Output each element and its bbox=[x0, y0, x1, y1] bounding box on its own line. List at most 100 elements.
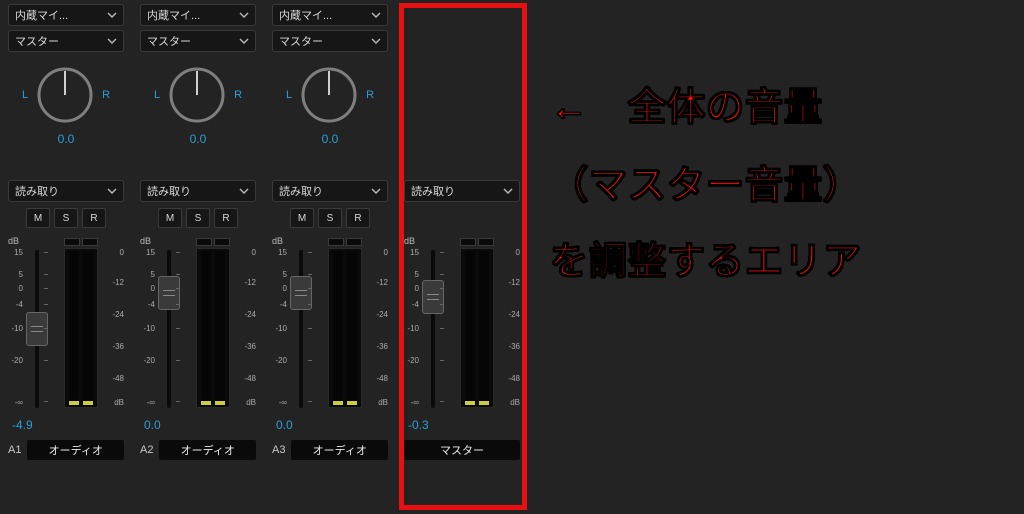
db-label: dB bbox=[140, 236, 151, 246]
solo-button[interactable]: S bbox=[318, 208, 342, 228]
chevron-down-icon bbox=[239, 10, 249, 20]
input-label: 内蔵マイ... bbox=[15, 7, 68, 23]
pan-value[interactable]: 0.0 bbox=[58, 132, 75, 146]
channel-footer: マスター bbox=[404, 440, 520, 460]
record-button[interactable]: R bbox=[82, 208, 106, 228]
fader-handle[interactable] bbox=[26, 312, 48, 346]
level-meter: 0 -12 -24 -36 -48 dB bbox=[194, 248, 256, 410]
automation-select[interactable]: 読み取り bbox=[8, 180, 124, 202]
automation-label: 読み取り bbox=[15, 183, 59, 199]
output-select[interactable]: マスター bbox=[272, 30, 388, 52]
channel-a1: 内蔵マイ... マスター L R 0.0 読み取り M S R bbox=[4, 4, 128, 460]
mute-button[interactable]: M bbox=[26, 208, 50, 228]
arrow-left-icon: ← bbox=[550, 87, 588, 130]
pan-right-label: R bbox=[102, 89, 110, 101]
msr-row: M S R bbox=[272, 208, 388, 228]
automation-select[interactable]: 読み取り bbox=[140, 180, 256, 202]
channel-name-field[interactable]: オーディオ bbox=[291, 440, 388, 460]
channel-id: A2 bbox=[140, 444, 153, 456]
output-label: マスター bbox=[279, 33, 323, 49]
peak-indicator bbox=[328, 238, 362, 246]
volume-value[interactable]: -4.9 bbox=[8, 418, 124, 432]
solo-button[interactable]: S bbox=[54, 208, 78, 228]
fader-scale: 15 5 0 -4 -10 -20 -∞ bbox=[272, 248, 326, 410]
pan-knob[interactable] bbox=[166, 64, 228, 126]
fader-track[interactable] bbox=[164, 250, 174, 408]
chevron-down-icon bbox=[239, 186, 249, 196]
volume-value[interactable]: 0.0 bbox=[140, 418, 256, 432]
automation-select[interactable]: 読み取り bbox=[404, 180, 520, 202]
pan-right-label: R bbox=[366, 89, 374, 101]
chevron-down-icon bbox=[107, 10, 117, 20]
channel-footer: A3 オーディオ bbox=[272, 440, 388, 460]
output-label: マスター bbox=[147, 33, 191, 49]
pan-left-label: L bbox=[154, 89, 160, 101]
level-meter: 0 -12 -24 -36 -48 dB bbox=[458, 248, 520, 410]
fader-scale: 15 5 0 -4 -10 -20 -∞ bbox=[140, 248, 194, 410]
level-meter: 0 -12 -24 -36 -48 dB bbox=[326, 248, 388, 410]
fader-scale: 15 5 0 -4 -10 -20 -∞ bbox=[404, 248, 458, 410]
level-meter: 0 -12 -24 -36 -48 dB bbox=[62, 248, 124, 410]
pan-right-label: R bbox=[234, 89, 242, 101]
channel-a3: 内蔵マイ... マスター L R 0.0 読み取り M S R dB bbox=[268, 4, 392, 460]
automation-label: 読み取り bbox=[279, 183, 323, 199]
input-select[interactable]: 内蔵マイ... bbox=[272, 4, 388, 26]
fader-meter-section: dB 15 5 0 -4 -10 -20 -∞ bbox=[404, 236, 520, 410]
peak-indicator bbox=[64, 238, 98, 246]
chevron-down-icon bbox=[107, 36, 117, 46]
channel-footer: A1 オーディオ bbox=[8, 440, 124, 460]
record-button[interactable]: R bbox=[346, 208, 370, 228]
channel-id: A3 bbox=[272, 444, 285, 456]
mute-button[interactable]: M bbox=[290, 208, 314, 228]
fader-meter-section: dB 15 5 0 -4 -10 -20 -∞ bbox=[272, 236, 388, 410]
pan-knob[interactable] bbox=[298, 64, 360, 126]
msr-row: M S R bbox=[140, 208, 256, 228]
output-select[interactable]: マスター bbox=[140, 30, 256, 52]
pan-control: L R 0.0 bbox=[272, 64, 388, 146]
automation-label: 読み取り bbox=[147, 183, 191, 199]
fader-track[interactable] bbox=[32, 250, 42, 408]
fader-meter-section: dB 15 5 0 -4 -10 -20 -∞ bbox=[8, 236, 124, 410]
pan-value[interactable]: 0.0 bbox=[322, 132, 339, 146]
input-select[interactable]: 内蔵マイ... bbox=[8, 4, 124, 26]
fader-scale: 15 5 0 -4 -10 -20 -∞ bbox=[8, 248, 62, 410]
pan-left-label: L bbox=[22, 89, 28, 101]
fader-handle[interactable] bbox=[422, 280, 444, 314]
chevron-down-icon bbox=[239, 36, 249, 46]
input-select[interactable]: 内蔵マイ... bbox=[140, 4, 256, 26]
record-button[interactable]: R bbox=[214, 208, 238, 228]
chevron-down-icon bbox=[371, 36, 381, 46]
chevron-down-icon bbox=[371, 10, 381, 20]
output-label: マスター bbox=[15, 33, 59, 49]
volume-value[interactable]: 0.0 bbox=[272, 418, 388, 432]
peak-indicator bbox=[196, 238, 230, 246]
channel-name-field[interactable]: マスター bbox=[404, 440, 520, 460]
channel-name-field[interactable]: オーディオ bbox=[159, 440, 256, 460]
db-label: dB bbox=[8, 236, 19, 246]
channel-a2: 内蔵マイ... マスター L R 0.0 読み取り M S R dB bbox=[136, 4, 260, 460]
volume-value[interactable]: -0.3 bbox=[404, 418, 520, 432]
pan-control: L R 0.0 bbox=[8, 64, 124, 146]
channel-id: A1 bbox=[8, 444, 21, 456]
annotation-line-1: 全体の音量 bbox=[628, 70, 823, 146]
output-select[interactable]: マスター bbox=[8, 30, 124, 52]
annotation-line-3: を調整するエリア bbox=[550, 224, 1020, 300]
input-label: 内蔵マイ... bbox=[279, 7, 332, 23]
automation-select[interactable]: 読み取り bbox=[272, 180, 388, 202]
solo-button[interactable]: S bbox=[186, 208, 210, 228]
db-label: dB bbox=[404, 236, 415, 246]
channel-master: ... 読み取り . dB 15 5 0 -4 -10 -20 -∞ bbox=[400, 4, 524, 460]
pan-value[interactable]: 0.0 bbox=[190, 132, 207, 146]
pan-control: L R 0.0 bbox=[140, 64, 256, 146]
msr-row: M S R bbox=[8, 208, 124, 228]
chevron-down-icon bbox=[107, 186, 117, 196]
fader-track[interactable] bbox=[296, 250, 306, 408]
fader-track[interactable] bbox=[428, 250, 438, 408]
automation-label: 読み取り bbox=[411, 183, 455, 199]
pan-knob[interactable] bbox=[34, 64, 96, 126]
channel-name-field[interactable]: オーディオ bbox=[27, 440, 124, 460]
annotation-overlay: ← 全体の音量 （マスター音量） を調整するエリア bbox=[550, 70, 1020, 300]
chevron-down-icon bbox=[503, 186, 513, 196]
input-label: 内蔵マイ... bbox=[147, 7, 200, 23]
mute-button[interactable]: M bbox=[158, 208, 182, 228]
